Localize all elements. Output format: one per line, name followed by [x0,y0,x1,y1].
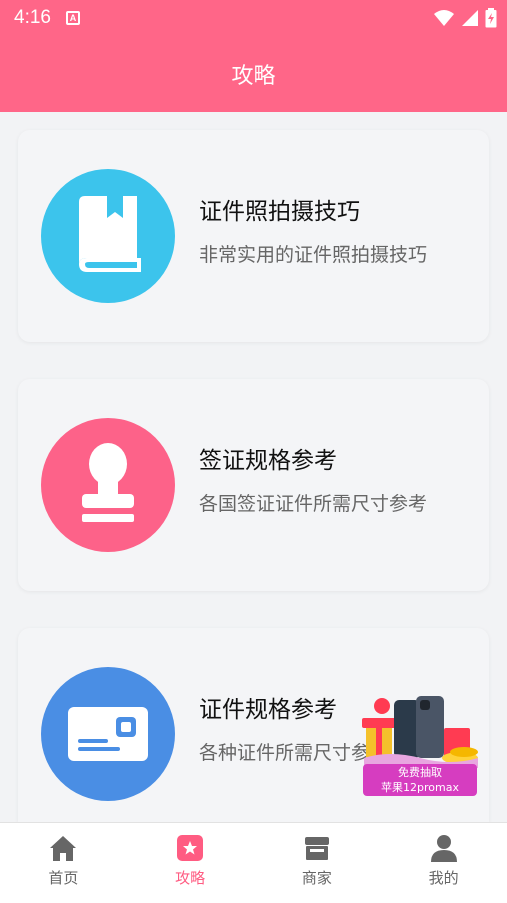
signal-icon [462,10,478,26]
page-title: 攻略 [231,64,276,89]
stamp-icon [41,418,175,552]
wifi-icon [434,10,454,26]
book-icon [41,169,175,303]
guide-icon [177,835,204,861]
card-title: 证件规格参考 [199,697,337,723]
card-description: 非常实用的证件照拍摄技巧 [199,244,428,266]
app-header: 4:16 A 攻略 [0,0,507,112]
card-title: 证件照拍摄技巧 [199,199,360,225]
notification-icon: A [66,11,80,25]
card-title: 签证规格参考 [199,448,337,474]
card-description: 各国签证证件所需尺寸参考 [199,493,428,515]
gift-phone-icon [362,696,478,768]
status-bar: 4:16 A [0,0,507,36]
card-visa-specs[interactable]: 签证规格参考 各国签证证件所需尺寸参考 [18,379,489,591]
tab-label: 攻略 [175,869,206,887]
tab-label: 首页 [48,869,79,887]
bottom-tab-bar: 首页 攻略 商家 我的 [0,822,507,903]
promo-line2: 苹果12promax [381,781,459,794]
promo-line1: 免费抽取 [398,766,442,779]
tab-home[interactable]: 首页 [0,823,127,903]
status-icons [433,8,497,28]
tab-label: 我的 [428,869,459,887]
tab-merchant[interactable]: 商家 [254,823,381,903]
battery-icon [485,8,497,28]
tab-mine[interactable]: 我的 [380,823,507,903]
user-icon [430,835,457,862]
home-icon [50,836,77,861]
id-card-icon [41,667,175,801]
store-icon [304,837,329,860]
promo-label: 免费抽取 苹果12promax [363,764,477,796]
card-photo-tips[interactable]: 证件照拍摄技巧 非常实用的证件照拍摄技巧 [18,130,489,342]
promo-floating-ad[interactable]: 免费抽取 苹果12promax [360,694,480,798]
status-time: 4:16 [14,7,51,28]
tab-label: 商家 [301,869,332,887]
tab-guide[interactable]: 攻略 [127,823,254,903]
